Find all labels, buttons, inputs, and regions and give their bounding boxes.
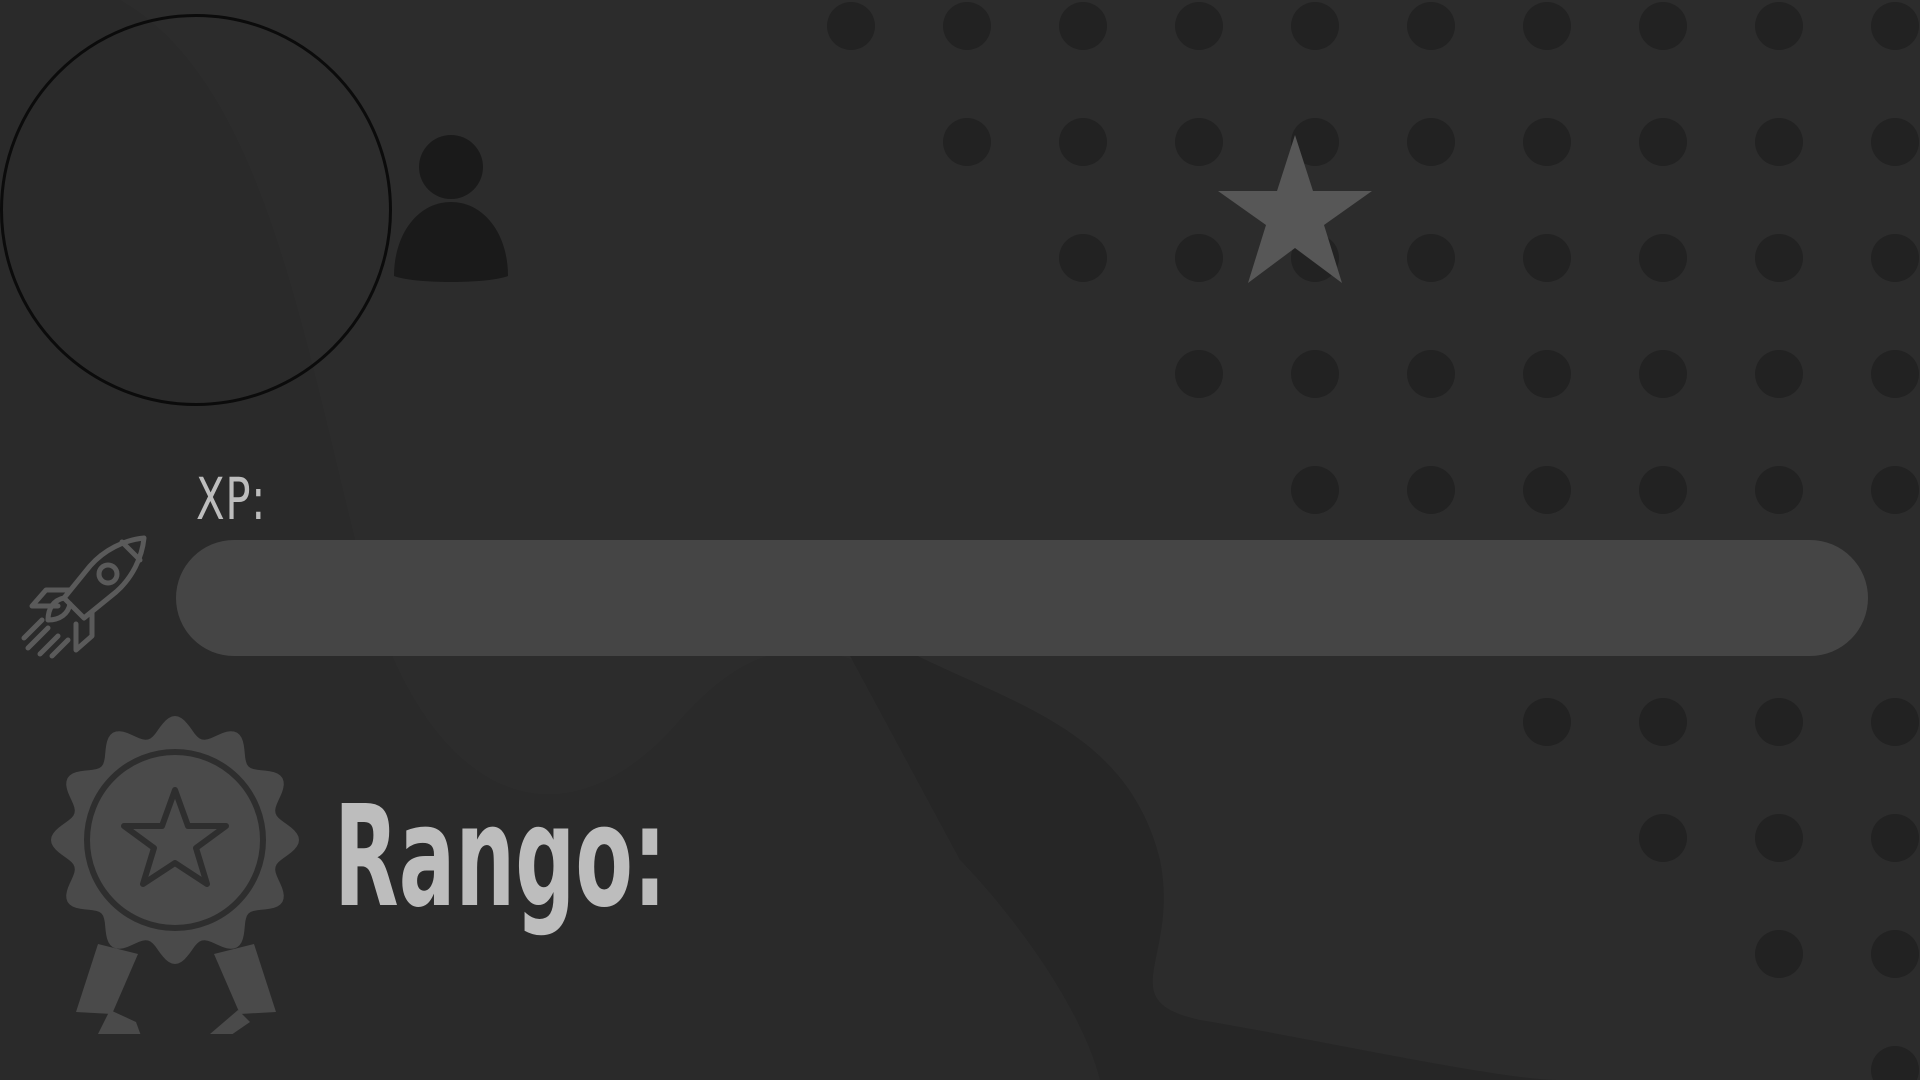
background-dot	[1755, 118, 1803, 166]
background-dot	[1755, 466, 1803, 514]
background-dot	[1755, 2, 1803, 50]
background-dot	[1059, 234, 1107, 282]
background-dot	[1291, 350, 1339, 398]
background-dot	[1871, 698, 1919, 746]
background-dot	[1523, 234, 1571, 282]
background-dot	[1175, 350, 1223, 398]
background-dot	[1755, 814, 1803, 862]
background-dot	[1871, 466, 1919, 514]
background-dot	[1639, 350, 1687, 398]
rank-label: Rango:	[334, 776, 667, 939]
background-dot	[1407, 118, 1455, 166]
background-dot	[943, 2, 991, 50]
profile-card: XP: Rango:	[0, 0, 1920, 1080]
background-dot	[1639, 118, 1687, 166]
rocket-icon	[21, 535, 147, 659]
avatar-frame[interactable]	[0, 14, 392, 406]
background-dot	[943, 118, 991, 166]
background-dot	[1639, 698, 1687, 746]
background-dot	[1407, 350, 1455, 398]
background-dot	[1291, 2, 1339, 50]
background-dot	[1291, 466, 1339, 514]
background-dot	[1059, 118, 1107, 166]
background-dot	[1871, 118, 1919, 166]
background-dot	[1755, 698, 1803, 746]
background-dot	[1871, 814, 1919, 862]
background-dot	[1871, 234, 1919, 282]
background-dot	[1871, 930, 1919, 978]
background-dot	[827, 2, 875, 50]
award-badge-icon	[51, 716, 299, 1034]
background-dot	[1755, 350, 1803, 398]
background-dot	[1523, 2, 1571, 50]
user-icon	[394, 135, 508, 282]
background-dot	[1407, 466, 1455, 514]
background-dot	[1175, 2, 1223, 50]
background-dot	[1639, 234, 1687, 282]
background-dot	[1523, 466, 1571, 514]
xp-label: XP:	[196, 465, 267, 533]
background-dot	[1755, 234, 1803, 282]
background-dot	[1523, 350, 1571, 398]
background-dot	[1639, 2, 1687, 50]
star-icon	[1218, 135, 1372, 283]
background-dot	[1407, 234, 1455, 282]
xp-progress-bar	[176, 540, 1868, 656]
background-dot	[1407, 2, 1455, 50]
background-dot	[1755, 930, 1803, 978]
background-dot	[1059, 2, 1107, 50]
background-dot	[1639, 814, 1687, 862]
background-dot	[1639, 466, 1687, 514]
background-dot	[1871, 2, 1919, 50]
background-dot	[1523, 698, 1571, 746]
background-dot	[1871, 350, 1919, 398]
background-dot	[1523, 118, 1571, 166]
